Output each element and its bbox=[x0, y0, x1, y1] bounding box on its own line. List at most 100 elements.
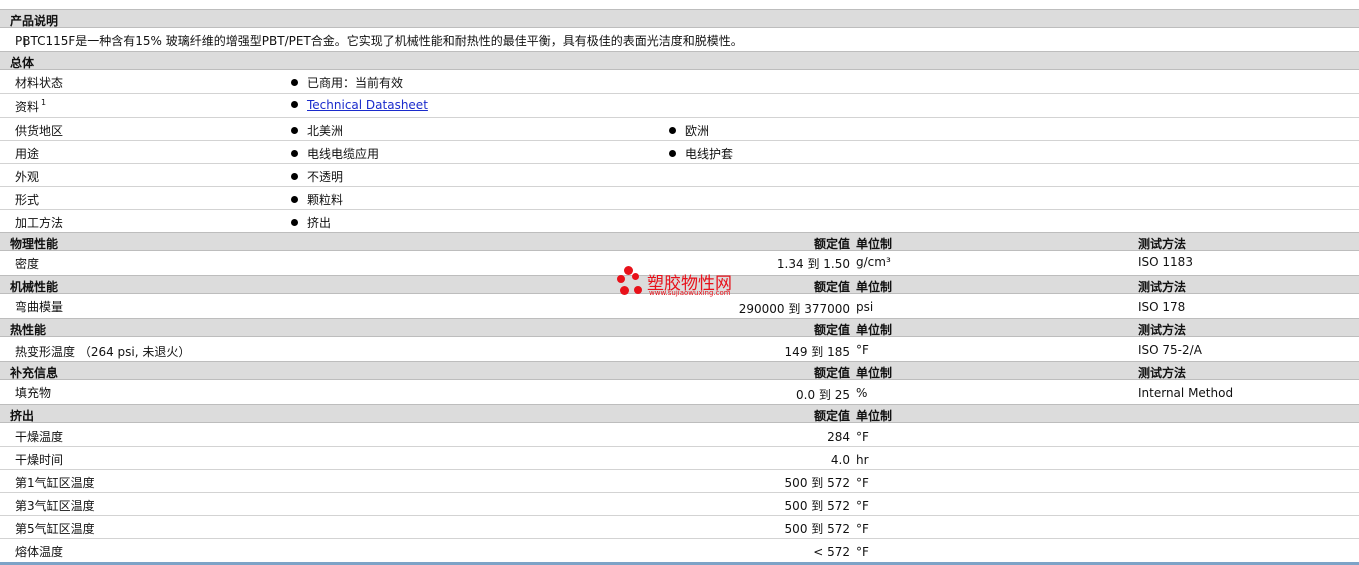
nominal-value: 290000 到 377000 bbox=[738, 302, 850, 316]
nominal-value: 0.0 到 25 bbox=[796, 388, 850, 402]
row-label: 外观 bbox=[15, 170, 40, 184]
row-label: 干燥时间 bbox=[15, 453, 64, 467]
property-row: 第5气缸区温度 500 到 572 °F bbox=[0, 516, 1359, 539]
method-header: 测试方法 bbox=[1138, 323, 1187, 337]
bullet-item: 欧洲 bbox=[669, 122, 709, 139]
nominal-value: 1.34 到 1.50 bbox=[776, 257, 850, 271]
row-label: 第5气缸区温度 bbox=[15, 522, 95, 536]
nominal-value: 500 到 572 bbox=[784, 476, 850, 490]
row-label: 材料状态 bbox=[15, 76, 64, 90]
property-row: 填充物 0.0 到 25 % Internal Method bbox=[0, 380, 1359, 404]
test-method: ISO 178 bbox=[1138, 300, 1186, 314]
unit-value: °F bbox=[856, 476, 869, 490]
section-header-extrusion: 挤出 额定值 单位制 bbox=[0, 404, 1359, 423]
unit-value: g/cm³ bbox=[856, 255, 891, 269]
description-row: PBTC115F是一种含有15% 玻璃纤维的增强型PBT/PET合金。它实现了机… bbox=[0, 28, 1359, 50]
unit-header: 单位制 bbox=[856, 237, 893, 251]
row-label: 供货地区 bbox=[15, 124, 64, 138]
row-label: 填充物 bbox=[15, 386, 52, 400]
nominal-header: 额定值 bbox=[813, 280, 850, 294]
row-label: 干燥温度 bbox=[15, 430, 64, 444]
text-cursor-icon: I bbox=[23, 36, 27, 50]
row-label: 弯曲模量 bbox=[15, 300, 64, 314]
bullet-icon bbox=[669, 127, 676, 134]
bullet-icon bbox=[291, 196, 298, 203]
section-title: 补充信息 bbox=[10, 366, 59, 380]
general-row: 用途 电线电缆应用 电线护套 bbox=[0, 141, 1359, 164]
general-row: 外观 不透明 bbox=[0, 164, 1359, 187]
row-label: 形式 bbox=[15, 193, 40, 207]
general-row: 加工方法 挤出 bbox=[0, 210, 1359, 232]
bullet-item: 北美洲 bbox=[291, 122, 343, 139]
row-label: 密度 bbox=[15, 257, 40, 271]
row-label: 资料 1 bbox=[15, 98, 47, 114]
unit-value: psi bbox=[856, 300, 874, 314]
section-header-description: 产品说明 bbox=[0, 9, 1359, 28]
bullet-item: 颗粒料 bbox=[291, 191, 343, 208]
row-label: 热变形温度 （264 psi, 未退火） bbox=[15, 345, 191, 359]
watermark-url: www.sujiaowuxing.com bbox=[649, 289, 731, 297]
section-title: 产品说明 bbox=[10, 14, 59, 28]
row-label: 第3气缸区温度 bbox=[15, 499, 95, 513]
unit-header: 单位制 bbox=[856, 280, 893, 294]
technical-datasheet-link[interactable]: Technical Datasheet bbox=[307, 98, 428, 112]
general-row: 材料状态 已商用：当前有效 bbox=[0, 70, 1359, 94]
bullet-icon bbox=[669, 150, 676, 157]
datasheet-page: 产品说明 PBTC115F是一种含有15% 玻璃纤维的增强型PBT/PET合金。… bbox=[0, 0, 1359, 565]
general-row: 资料 1 Technical Datasheet bbox=[0, 94, 1359, 118]
method-header: 测试方法 bbox=[1138, 280, 1187, 294]
watermark-logo: 塑胶物性网 www.sujiaowuxing.com bbox=[617, 266, 757, 300]
bullet-item: 不透明 bbox=[291, 168, 343, 185]
property-row: 干燥时间 4.0 hr bbox=[0, 447, 1359, 470]
unit-value: °F bbox=[856, 343, 869, 357]
nominal-header: 额定值 bbox=[813, 409, 850, 423]
nominal-header: 额定值 bbox=[813, 237, 850, 251]
bullet-icon bbox=[291, 127, 298, 134]
nominal-value: < 572 bbox=[813, 545, 850, 559]
property-row: 干燥温度 284 °F bbox=[0, 423, 1359, 447]
bullet-icon bbox=[291, 219, 298, 226]
nominal-value: 500 到 572 bbox=[784, 499, 850, 513]
nominal-value: 4.0 bbox=[830, 453, 850, 467]
unit-header: 单位制 bbox=[856, 366, 893, 380]
bullet-item: 电线电缆应用 bbox=[291, 145, 379, 162]
nominal-value: 149 到 185 bbox=[784, 345, 850, 359]
general-row: 供货地区 北美洲 欧洲 bbox=[0, 118, 1359, 141]
nominal-value: 500 到 572 bbox=[784, 522, 850, 536]
section-header-supplemental: 补充信息 额定值 单位制 测试方法 bbox=[0, 361, 1359, 380]
unit-value: °F bbox=[856, 522, 869, 536]
method-header: 测试方法 bbox=[1138, 366, 1187, 380]
unit-value: °F bbox=[856, 499, 869, 513]
section-header-physical: 物理性能 额定值 单位制 测试方法 bbox=[0, 232, 1359, 251]
section-title: 总体 bbox=[10, 56, 35, 70]
row-label: 熔体温度 bbox=[15, 545, 64, 559]
bullet-icon bbox=[291, 173, 298, 180]
bullet-item: 挤出 bbox=[291, 214, 331, 231]
test-method: ISO 1183 bbox=[1138, 255, 1193, 269]
bullet-icon bbox=[291, 101, 298, 108]
test-method: ISO 75-2/A bbox=[1138, 343, 1202, 357]
section-title: 挤出 bbox=[10, 409, 35, 423]
section-header-thermal: 热性能 额定值 单位制 测试方法 bbox=[0, 318, 1359, 337]
product-description: PBTC115F是一种含有15% 玻璃纤维的增强型PBT/PET合金。它实现了机… bbox=[15, 34, 743, 48]
bullet-icon bbox=[291, 150, 298, 157]
general-row: 形式 颗粒料 bbox=[0, 187, 1359, 210]
property-row: 第1气缸区温度 500 到 572 °F bbox=[0, 470, 1359, 493]
property-row: 熔体温度 < 572 °F bbox=[0, 539, 1359, 562]
bullet-item: 已商用：当前有效 bbox=[291, 74, 403, 91]
section-title: 热性能 bbox=[10, 323, 47, 337]
unit-header: 单位制 bbox=[856, 409, 893, 423]
nominal-header: 额定值 bbox=[813, 366, 850, 380]
test-method: Internal Method bbox=[1138, 386, 1234, 400]
unit-value: hr bbox=[856, 453, 869, 467]
property-row: 第3气缸区温度 500 到 572 °F bbox=[0, 493, 1359, 516]
section-header-general: 总体 bbox=[0, 51, 1359, 70]
nominal-header: 额定值 bbox=[813, 323, 850, 337]
nominal-value: 284 bbox=[827, 430, 850, 444]
unit-value: °F bbox=[856, 430, 869, 444]
bullet-icon bbox=[291, 79, 298, 86]
method-header: 测试方法 bbox=[1138, 237, 1187, 251]
row-label: 加工方法 bbox=[15, 216, 64, 230]
section-title: 物理性能 bbox=[10, 237, 59, 251]
row-label: 用途 bbox=[15, 147, 40, 161]
